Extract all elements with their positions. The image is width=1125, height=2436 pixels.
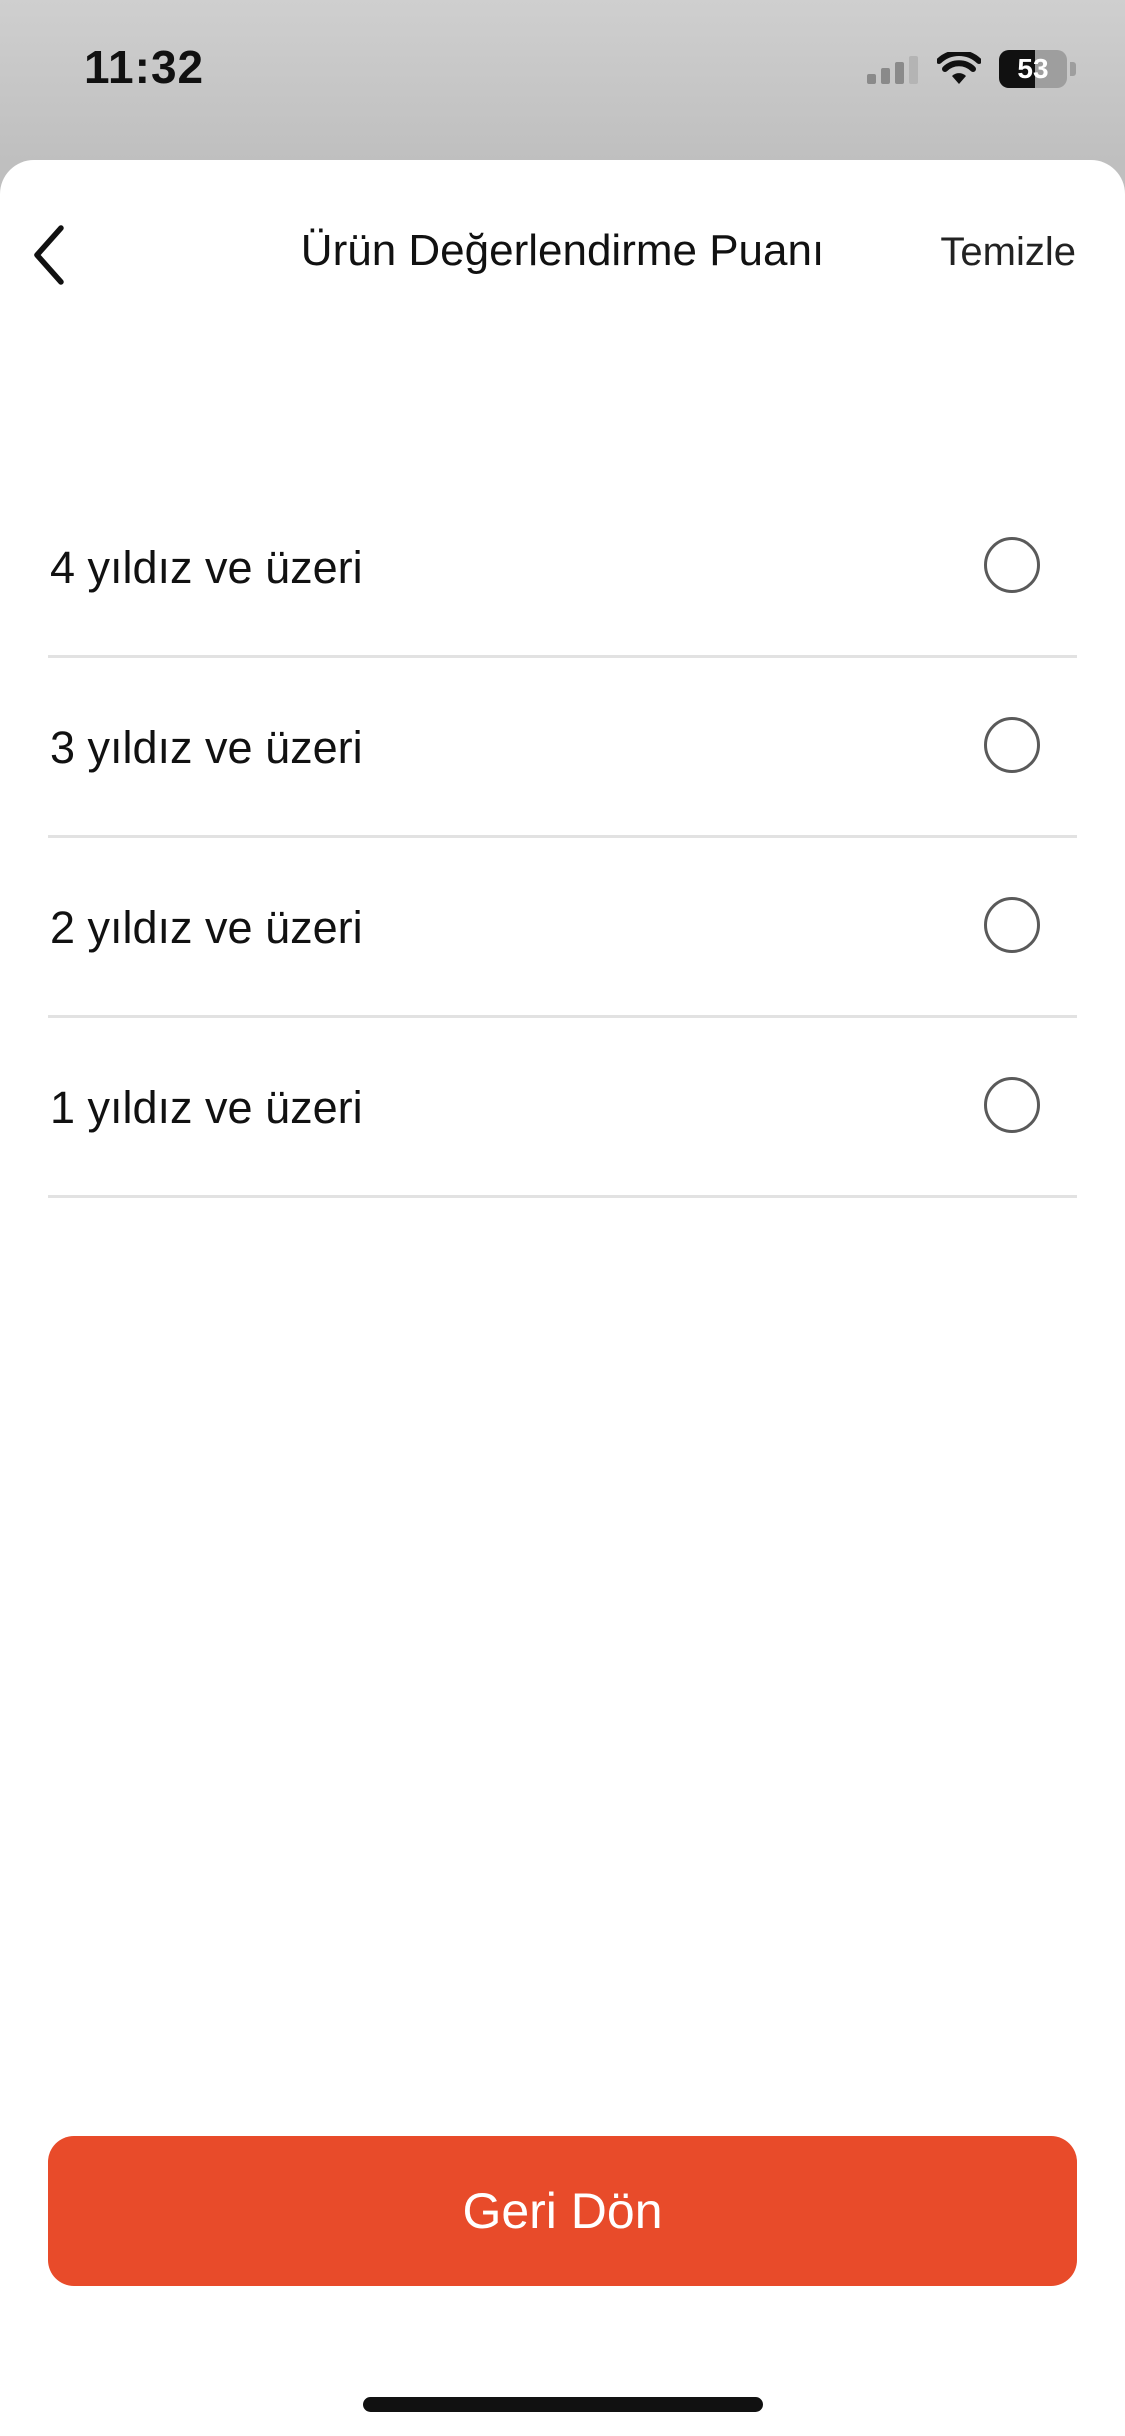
home-indicator <box>363 2397 763 2412</box>
rating-option-1[interactable]: 1 yıldız ve üzeri <box>48 1018 1077 1198</box>
option-label: 1 yıldız ve üzeri <box>50 1082 363 1133</box>
battery-level: 53 <box>1017 53 1049 84</box>
nav-bar: Ürün Değerlendirme Puanı Temizle <box>0 160 1125 340</box>
status-bar: 11:32 53 <box>0 0 1125 160</box>
screen: 11:32 53 Ürün Değerlendirme Puanı Temizl… <box>0 0 1125 2436</box>
radio-button[interactable] <box>984 1077 1040 1133</box>
radio-button[interactable] <box>984 537 1040 593</box>
status-icons: 53 <box>867 48 1077 90</box>
radio-button[interactable] <box>984 717 1040 773</box>
rating-option-4[interactable]: 4 yıldız ve üzeri <box>48 478 1077 658</box>
filter-sheet: Ürün Değerlendirme Puanı Temizle 4 yıldı… <box>0 160 1125 2436</box>
battery-tip <box>1070 62 1076 76</box>
wifi-icon <box>937 52 981 84</box>
status-time: 11:32 <box>84 41 205 93</box>
option-label: 2 yıldız ve üzeri <box>50 902 363 953</box>
battery-icon: 53 <box>999 50 1077 88</box>
option-label: 4 yıldız ve üzeri <box>50 542 363 593</box>
battery-body: 53 <box>999 50 1067 88</box>
cellular-signal-icon <box>867 56 918 84</box>
rating-option-3[interactable]: 3 yıldız ve üzeri <box>48 658 1077 838</box>
radio-button[interactable] <box>984 897 1040 953</box>
option-label: 3 yıldız ve üzeri <box>50 722 363 773</box>
rating-option-2[interactable]: 2 yıldız ve üzeri <box>48 838 1077 1018</box>
rating-options-list: 4 yıldız ve üzeri 3 yıldız ve üzeri 2 yı… <box>48 478 1077 1198</box>
clear-button[interactable]: Temizle <box>940 230 1076 275</box>
go-back-button[interactable]: Geri Dön <box>48 2136 1077 2286</box>
